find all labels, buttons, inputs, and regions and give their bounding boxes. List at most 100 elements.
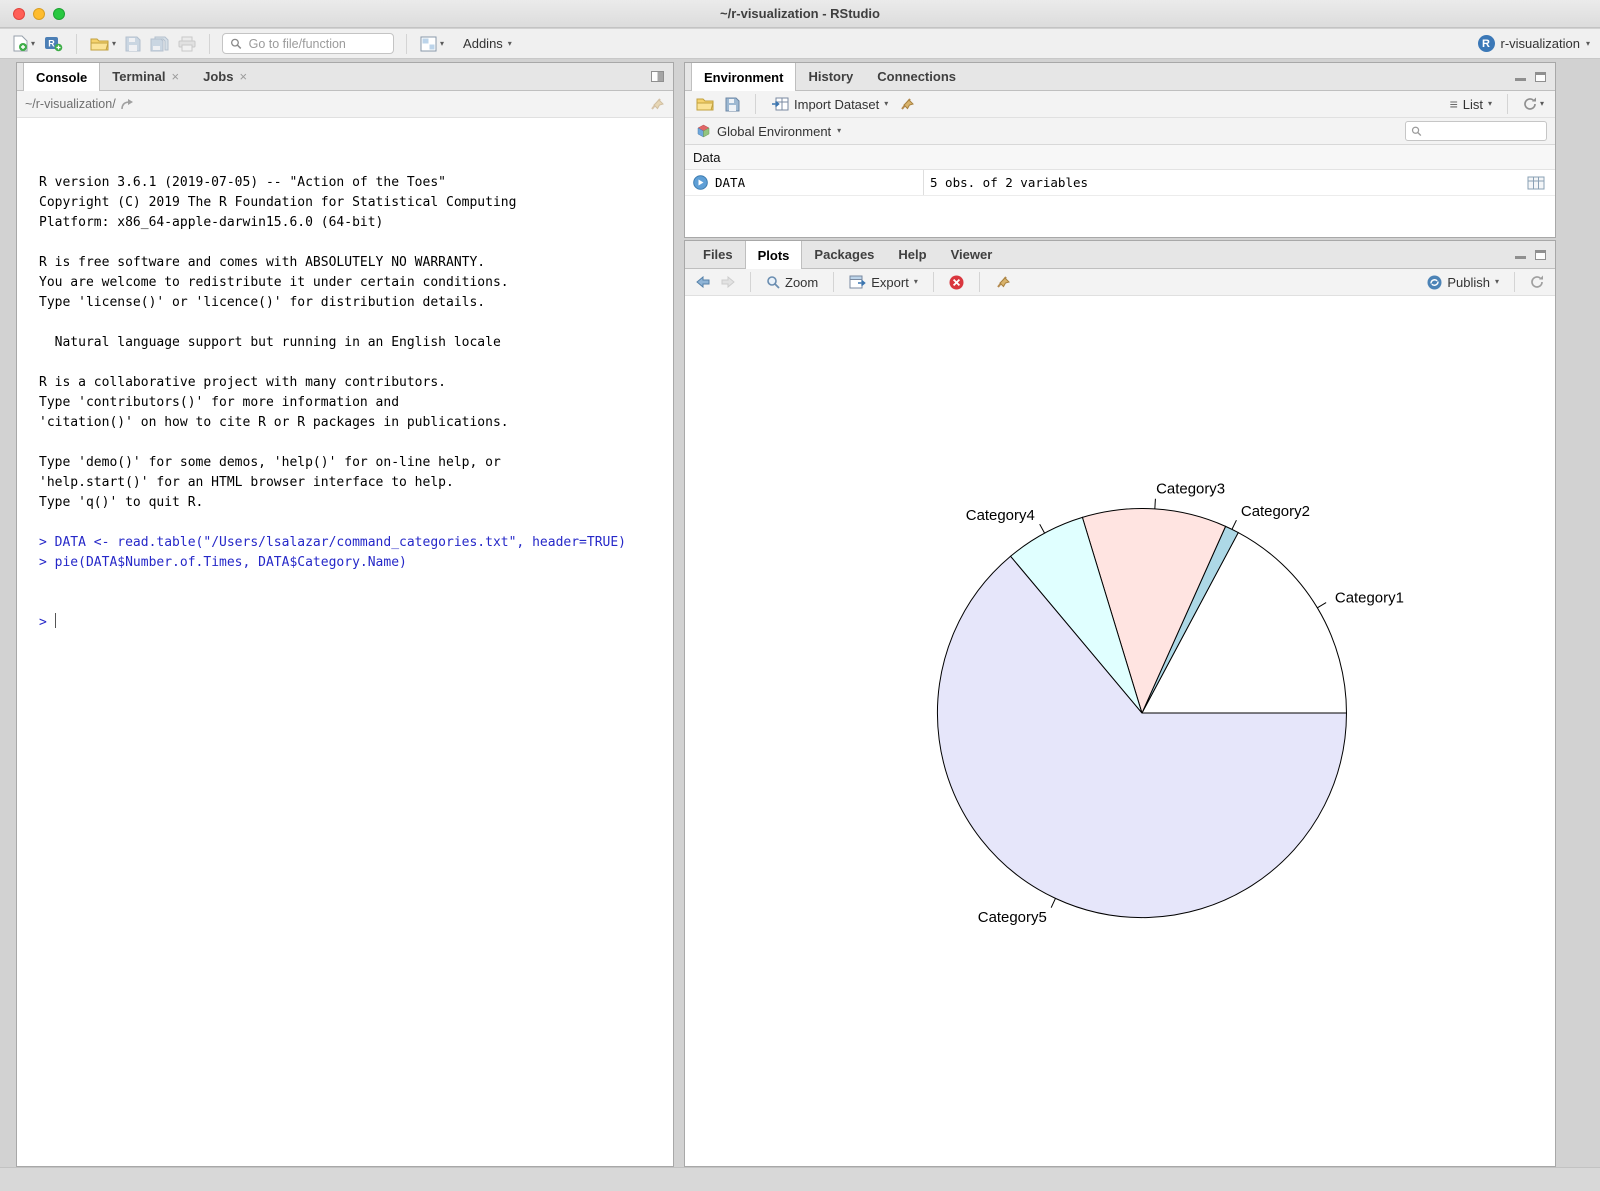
console-output-line <box>39 433 673 453</box>
zoom-plot-button[interactable]: Zoom <box>763 273 821 292</box>
console-output-line <box>39 233 673 253</box>
pane-layout-button[interactable]: ▾ <box>417 34 447 54</box>
tab-packages[interactable]: Packages <box>802 241 886 268</box>
goto-file-search[interactable] <box>222 33 394 54</box>
toolbar-separator <box>933 272 934 292</box>
tab-plots[interactable]: Plots <box>745 241 803 269</box>
refresh-icon <box>1530 275 1544 289</box>
environment-object-row[interactable]: DATA 5 obs. of 2 variables <box>685 170 1555 196</box>
chevron-down-icon[interactable]: ▾ <box>31 40 35 48</box>
open-file-button[interactable]: ▾ <box>87 34 119 53</box>
chevron-down-icon[interactable]: ▾ <box>440 40 444 48</box>
console-output-line <box>39 313 673 333</box>
new-file-button[interactable]: ▾ <box>10 33 38 54</box>
plots-tabstrip: Files Plots Packages Help Viewer <box>685 241 1555 269</box>
object-description: 5 obs. of 2 variables <box>930 175 1088 190</box>
tab-terminal[interactable]: Terminal × <box>100 63 191 90</box>
import-dataset-button[interactable]: Import Dataset ▾ <box>768 95 891 114</box>
tab-connections[interactable]: Connections <box>865 63 968 90</box>
expand-object-icon[interactable] <box>693 175 708 190</box>
list-view-label: List <box>1463 97 1483 112</box>
toolbar-separator <box>406 34 407 54</box>
view-data-grid-icon[interactable] <box>1527 176 1545 190</box>
previous-plot-button[interactable] <box>693 274 713 290</box>
forward-arrow-icon <box>721 276 735 288</box>
maximize-pane-icon[interactable] <box>1535 72 1546 82</box>
pie-label-tick <box>1051 898 1055 907</box>
refresh-environment-button[interactable]: ▾ <box>1520 95 1547 113</box>
print-button[interactable] <box>175 34 199 54</box>
project-selector[interactable]: R r-visualization ▾ <box>1478 35 1591 52</box>
clear-environment-button[interactable] <box>896 94 918 114</box>
save-button[interactable] <box>122 34 144 54</box>
r-project-icon: R <box>1478 35 1495 52</box>
tab-help[interactable]: Help <box>886 241 938 268</box>
console-output-line: 'citation()' on how to cite R or R packa… <box>39 413 673 433</box>
save-all-button[interactable] <box>147 34 172 54</box>
open-folder-icon <box>90 36 109 51</box>
clear-console-icon[interactable] <box>649 96 665 112</box>
refresh-plot-button[interactable] <box>1527 273 1547 291</box>
addins-button[interactable]: Addins ▾ <box>460 34 515 53</box>
console-output-line <box>39 353 673 373</box>
close-icon[interactable]: × <box>239 69 247 84</box>
tab-environment[interactable]: Environment <box>691 63 796 91</box>
save-workspace-button[interactable] <box>722 95 743 114</box>
console-output-line: Platform: x86_64-apple-darwin15.6.0 (64-… <box>39 213 673 233</box>
console-output-line: You are welcome to redistribute it under… <box>39 273 673 293</box>
console-output-line: 'help.start()' for an HTML browser inter… <box>39 473 673 493</box>
export-icon <box>849 275 866 289</box>
pie-chart: Category1Category2Category3Category4Cate… <box>685 297 1555 1166</box>
export-plot-button[interactable]: Export ▾ <box>846 273 921 292</box>
chevron-down-icon: ▾ <box>837 127 841 135</box>
tab-jobs[interactable]: Jobs × <box>191 63 259 90</box>
console-input-line: > pie(DATA$Number.of.Times, DATA$Categor… <box>39 553 673 573</box>
save-icon <box>725 97 740 112</box>
print-icon <box>178 36 196 52</box>
import-dataset-label: Import Dataset <box>794 97 879 112</box>
chevron-down-icon[interactable]: ▾ <box>112 40 116 48</box>
maximize-pane-icon[interactable] <box>1535 250 1546 260</box>
svg-text:R: R <box>48 39 55 49</box>
load-workspace-button[interactable] <box>693 95 717 113</box>
tab-history[interactable]: History <box>796 63 865 90</box>
clear-all-plots-button[interactable] <box>992 272 1014 292</box>
tab-files-label: Files <box>703 247 733 262</box>
working-directory: ~/r-visualization/ <box>25 97 116 111</box>
maximize-pane-icon[interactable] <box>651 71 664 82</box>
console-prompt-line[interactable]: > <box>39 613 673 633</box>
tab-help-label: Help <box>898 247 926 262</box>
pie-label-tick <box>1040 524 1045 533</box>
goto-file-input[interactable] <box>247 36 386 52</box>
minimize-pane-icon[interactable] <box>1515 250 1526 259</box>
console-lines: R version 3.6.1 (2019-07-05) -- "Action … <box>39 173 673 573</box>
broom-icon <box>899 96 915 112</box>
pie-label-tick <box>1155 499 1156 509</box>
goto-directory-icon[interactable] <box>121 98 135 110</box>
tab-console[interactable]: Console <box>23 63 100 91</box>
publish-button[interactable]: Publish ▾ <box>1424 273 1502 292</box>
tab-viewer[interactable]: Viewer <box>939 241 1005 268</box>
new-project-icon: R <box>44 35 63 52</box>
console-output-line: Type 'q()' to quit R. <box>39 493 673 513</box>
tab-history-label: History <box>808 69 853 84</box>
console-pane: Console Terminal × Jobs × ~/r-visualizat… <box>16 62 674 1167</box>
minimize-pane-icon[interactable] <box>1515 72 1526 81</box>
environment-search-box[interactable] <box>1405 121 1547 141</box>
chevron-down-icon: ▾ <box>1488 100 1492 108</box>
console-tabstrip: Console Terminal × Jobs × <box>17 63 673 91</box>
list-view-button[interactable]: ≡ List ▾ <box>1447 94 1495 114</box>
environment-scope-selector[interactable]: Global Environment ▾ <box>693 122 844 141</box>
console-output-line: Copyright (C) 2019 The R Foundation for … <box>39 193 673 213</box>
environment-cube-icon <box>696 124 711 138</box>
close-icon[interactable]: × <box>172 69 180 84</box>
console-output-area[interactable]: R version 3.6.1 (2019-07-05) -- "Action … <box>17 119 673 1166</box>
new-project-button[interactable]: R <box>41 33 66 54</box>
next-plot-button[interactable] <box>718 274 738 290</box>
tab-plots-label: Plots <box>758 248 790 263</box>
remove-plot-button[interactable] <box>946 273 967 292</box>
tab-files[interactable]: Files <box>691 241 745 268</box>
console-output-line: R is free software and comes with ABSOLU… <box>39 253 673 273</box>
chevron-down-icon: ▾ <box>1495 278 1499 286</box>
environment-search-input[interactable] <box>1426 123 1541 139</box>
